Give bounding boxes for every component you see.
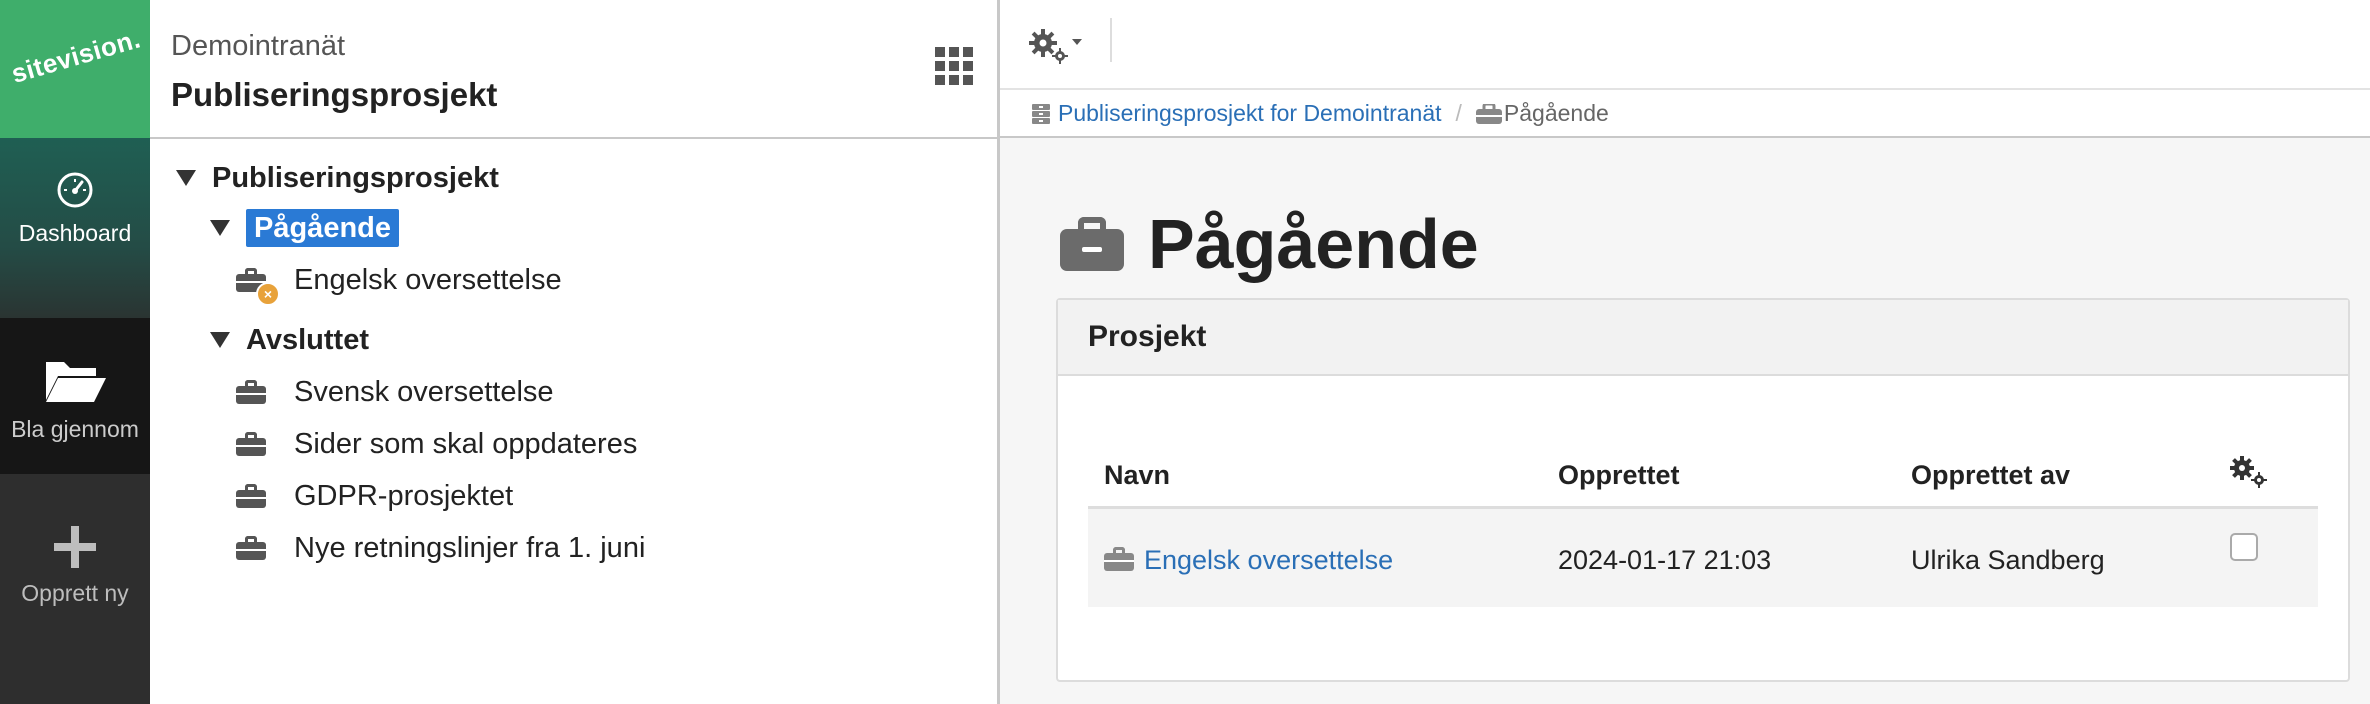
breadcrumb-separator: / [1455, 100, 1462, 126]
archive-icon [1032, 104, 1050, 124]
left-rail: sitevision. Dashboard Bla gjennom Oppret… [0, 0, 150, 704]
rail-dashboard-item[interactable]: Dashboard [0, 170, 150, 247]
tree-node-label: GDPR-prosjektet [294, 479, 514, 512]
caret-down-icon[interactable] [176, 170, 196, 187]
breadcrumb-parent-link[interactable]: Publiseringsprosjekt for Demointranät [1058, 100, 1442, 126]
tree-node-root[interactable]: Publiseringsprosjekt [176, 161, 499, 195]
cell-name: Engelsk oversettelse [1104, 545, 1393, 576]
tree-node-label: Avsluttet [246, 323, 369, 356]
rail-create-label: Opprett ny [21, 580, 129, 606]
breadcrumb-current: Pågående [1503, 100, 1609, 126]
tree-node-label: Nye retningslinjer fra 1. juni [294, 531, 646, 564]
column-settings-gears-icon[interactable] [2228, 454, 2270, 488]
tree-node-label: Engelsk oversettelse [294, 263, 562, 296]
column-header-name[interactable]: Navn [1104, 460, 1170, 491]
rail-dashboard-label: Dashboard [18, 220, 132, 246]
briefcase-icon [236, 536, 266, 561]
rail-dashboard[interactable]: Dashboard [0, 138, 150, 318]
cell-created: 2024-01-17 21:03 [1558, 545, 1772, 575]
brand-logo-text: sitevision. [8, 23, 144, 89]
caret-down-icon[interactable] [210, 220, 230, 237]
tree-node-project[interactable]: Sider som skal oppdateres [236, 427, 637, 461]
tree-node-project[interactable]: Nye retningslinjer fra 1. juni [236, 531, 645, 565]
sitevision-logo[interactable]: sitevision. [0, 0, 150, 138]
gears-dropdown-icon [1029, 29, 1082, 64]
tree-panel-title: Publiseringsprosjekt [171, 76, 498, 113]
tree-node-label: Svensk oversettelse [294, 375, 554, 408]
caret-down-icon[interactable] [210, 332, 230, 349]
top-toolbar [1000, 0, 2370, 90]
tree-node-label: Publiseringsprosjekt [212, 161, 499, 194]
settings-menu-button[interactable] [1028, 18, 1112, 66]
briefcase-warning-icon: × [236, 268, 280, 307]
table-row: Engelsk oversettelse 2024-01-17 21:03 Ul… [1088, 509, 2318, 607]
tree-node-project[interactable]: GDPR-prosjektet [236, 479, 513, 513]
cell-created-by: Ulrika Sandberg [1911, 545, 2105, 575]
plus-icon [54, 526, 96, 568]
briefcase-icon [1104, 546, 1134, 571]
main-content: Pågående Prosjekt Navn Opprettet Opprett… [1000, 138, 2370, 704]
tree-node-project[interactable]: × Engelsk oversettelse [236, 263, 562, 307]
toolbar-divider [1110, 18, 1112, 62]
site-name[interactable]: Demointranät [171, 30, 345, 63]
tree-panel-header: Demointranät Publiseringsprosjekt [150, 0, 997, 139]
apps-grid-icon[interactable] [935, 47, 973, 85]
page-title-text: Pågående [1148, 205, 1479, 283]
projects-panel: Prosjekt Navn Opprettet Opprettet av Eng… [1056, 298, 2350, 682]
panel-header: Prosjekt [1058, 300, 2348, 376]
briefcase-icon [236, 484, 266, 509]
briefcase-icon [236, 432, 266, 457]
tree-node-ongoing[interactable]: Pågående [210, 208, 399, 247]
dashboard-gauge-icon [57, 172, 93, 208]
tree-node-project[interactable]: Svensk oversettelse [236, 375, 554, 409]
project-link[interactable]: Engelsk oversettelse [1144, 545, 1393, 575]
tree-node-label: Sider som skal oppdateres [294, 427, 638, 460]
briefcase-icon [1475, 102, 1502, 124]
breadcrumb-trail: Publiseringsprosjekt for Demointranät / P… [1032, 100, 1609, 127]
breadcrumb: Publiseringsprosjekt for Demointranät / P… [1000, 90, 2370, 138]
briefcase-icon [236, 380, 266, 405]
rail-create-new[interactable]: Opprett ny [0, 474, 150, 704]
tree-node-finished[interactable]: Avsluttet [210, 323, 369, 357]
rail-browse[interactable]: Bla gjennom [0, 318, 150, 474]
column-header-created-by[interactable]: Opprettet av [1911, 460, 2070, 491]
tree-node-label: Pågående [246, 208, 399, 247]
panel-title: Prosjekt [1088, 320, 1207, 353]
rail-browse-label: Bla gjennom [11, 416, 139, 442]
row-select-checkbox[interactable] [2230, 533, 2258, 561]
page-title: Pågående [1060, 204, 1479, 284]
briefcase-icon [1060, 216, 1124, 271]
tree-panel: Demointranät Publiseringsprosjekt Publis… [150, 0, 1000, 704]
folder-open-icon [46, 362, 106, 402]
column-header-created[interactable]: Opprettet [1558, 460, 1680, 491]
